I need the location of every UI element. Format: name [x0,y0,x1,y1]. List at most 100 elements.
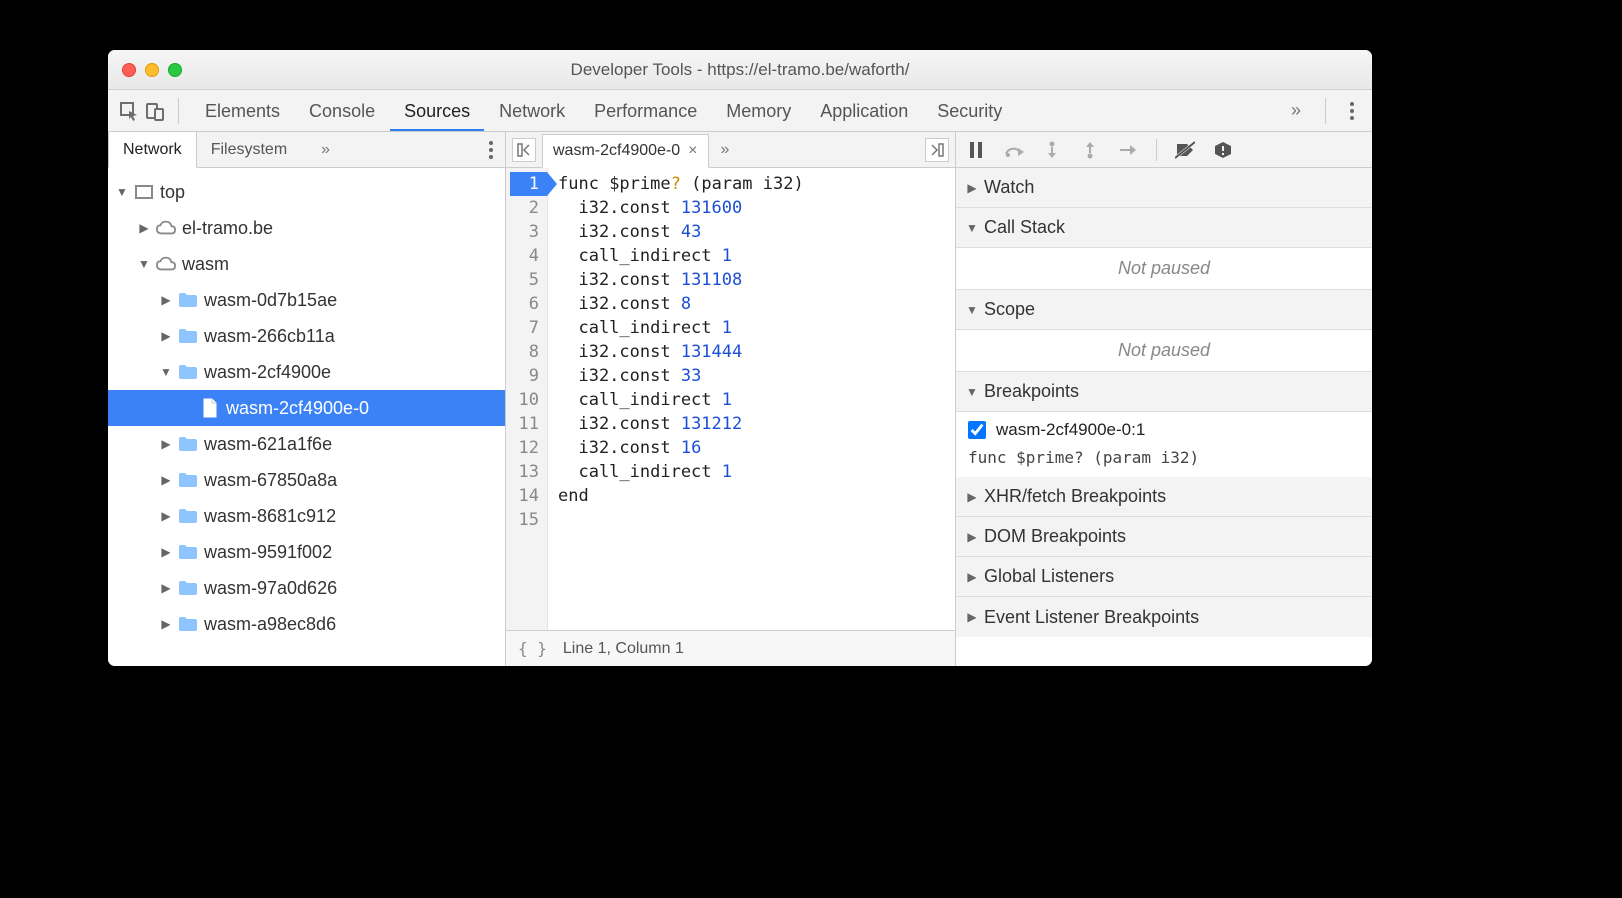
breakpoints-section-header[interactable]: ▼ Breakpoints [956,372,1372,412]
nav-forward-button[interactable] [925,138,949,162]
line-number[interactable]: 6 [510,292,539,316]
panel-tab-security[interactable]: Security [923,91,1016,131]
tree-folder[interactable]: ▶wasm-97a0d626 [108,570,505,606]
pretty-print-button[interactable]: { } [518,639,547,658]
panel-tabs: ElementsConsoleSourcesNetworkPerformance… [191,91,1016,131]
devtools-window: Developer Tools - https://el-tramo.be/wa… [108,50,1372,666]
callstack-section-header[interactable]: ▼ Call Stack [956,208,1372,248]
tree-file-selected[interactable]: wasm-2cf4900e-0 [108,390,505,426]
watch-section-header[interactable]: ▶ Watch [956,168,1372,208]
panel-tab-sources[interactable]: Sources [390,91,484,131]
titlebar: Developer Tools - https://el-tramo.be/wa… [108,50,1372,90]
tree-item-label: el-tramo.be [182,218,273,239]
settings-menu-button[interactable] [1342,102,1362,120]
pause-on-exceptions-button[interactable] [1213,140,1233,160]
tree-wasm[interactable]: ▼wasm [108,246,505,282]
step-over-button[interactable] [1004,140,1024,160]
tree-item-icon [156,219,176,237]
editor-file-tab[interactable]: wasm-2cf4900e-0 × [542,134,709,168]
line-number[interactable]: 5 [510,268,539,292]
chevron-right-icon: ▶ [966,490,978,504]
chevron-down-icon: ▼ [966,303,978,317]
event-section-label: Event Listener Breakpoints [984,607,1199,628]
inspect-element-icon[interactable] [118,100,140,122]
tree-folder[interactable]: ▼wasm-2cf4900e [108,354,505,390]
tree-item-icon [178,471,198,489]
pause-button[interactable] [966,140,986,160]
dom-section-header[interactable]: ▶ DOM Breakpoints [956,517,1372,557]
code-line: i32.const 8 [558,292,804,316]
debugger-panel: ▶ Watch ▼ Call Stack Not paused ▼ Scope … [956,132,1372,666]
disclosure-icon: ▶ [160,437,172,451]
tree-folder[interactable]: ▶wasm-a98ec8d6 [108,606,505,642]
panel-tab-elements[interactable]: Elements [191,91,294,131]
panel-tab-console[interactable]: Console [295,91,389,131]
tree-item-label: wasm-266cb11a [204,326,335,347]
global-section-header[interactable]: ▶ Global Listeners [956,557,1372,597]
panel-tab-memory[interactable]: Memory [712,91,805,131]
event-section-header[interactable]: ▶ Event Listener Breakpoints [956,597,1372,637]
step-out-button[interactable] [1080,140,1100,160]
line-number[interactable]: 8 [510,340,539,364]
breakpoint-checkbox[interactable] [968,421,986,439]
nav-back-button[interactable] [512,138,536,162]
tree-item-label: wasm-9591f002 [204,542,332,563]
breakpoint-item[interactable]: wasm-2cf4900e-0:1 [956,412,1372,448]
tree-folder[interactable]: ▶wasm-67850a8a [108,462,505,498]
line-number[interactable]: 7 [510,316,539,340]
close-tab-icon[interactable]: × [688,142,697,160]
tree-folder[interactable]: ▶wasm-0d7b15ae [108,282,505,318]
tree-folder[interactable]: ▶wasm-9591f002 [108,534,505,570]
navigator-menu-button[interactable] [477,132,505,167]
tree-item-icon [178,615,198,633]
scope-section-header[interactable]: ▼ Scope [956,290,1372,330]
tree-item-icon [156,255,176,273]
navigator-panel: Network Filesystem » ▼top▶el-tramo.be▼wa… [108,132,506,666]
close-window-button[interactable] [122,63,136,77]
line-number[interactable]: 4 [510,244,539,268]
code-line: i32.const 131600 [558,196,804,220]
navigator-tab-network[interactable]: Network [108,132,197,168]
navigator-tabs-overflow[interactable]: » [307,132,344,167]
xhr-section-header[interactable]: ▶ XHR/fetch Breakpoints [956,477,1372,517]
line-number[interactable]: 12 [510,436,539,460]
code-content[interactable]: func $prime? (param i32) i32.const 13160… [548,168,814,630]
line-number[interactable]: 13 [510,460,539,484]
code-line: call_indirect 1 [558,244,804,268]
navigator-tab-filesystem[interactable]: Filesystem [197,132,301,167]
line-number[interactable]: 3 [510,220,539,244]
code-editor[interactable]: 123456789101112131415 func $prime? (para… [506,168,955,630]
maximize-window-button[interactable] [168,63,182,77]
deactivate-breakpoints-button[interactable] [1175,140,1195,160]
panel-tab-performance[interactable]: Performance [580,91,711,131]
line-number[interactable]: 9 [510,364,539,388]
scope-body: Not paused [956,330,1372,372]
device-toolbar-icon[interactable] [144,100,166,122]
global-section-label: Global Listeners [984,566,1114,587]
step-into-button[interactable] [1042,140,1062,160]
panel-tab-application[interactable]: Application [806,91,922,131]
minimize-window-button[interactable] [145,63,159,77]
line-number[interactable]: 14 [510,484,539,508]
window-controls [122,63,182,77]
line-number[interactable]: 11 [510,412,539,436]
tree-frame-top[interactable]: ▼top [108,174,505,210]
panel-tab-network[interactable]: Network [485,91,579,131]
line-number[interactable]: 15 [510,508,539,532]
breakpoint-marker[interactable]: 1 [510,172,547,196]
disclosure-icon: ▶ [160,581,172,595]
breakpoint-label: wasm-2cf4900e-0:1 [996,420,1145,440]
tree-folder[interactable]: ▶wasm-621a1f6e [108,426,505,462]
line-number[interactable]: 2 [510,196,539,220]
line-gutter[interactable]: 123456789101112131415 [506,168,548,630]
source-tree: ▼top▶el-tramo.be▼wasm▶wasm-0d7b15ae▶wasm… [108,168,505,666]
line-number[interactable]: 10 [510,388,539,412]
tabs-overflow-button[interactable]: » [1283,100,1309,121]
chevron-down-icon: ▼ [966,385,978,399]
tree-domain[interactable]: ▶el-tramo.be [108,210,505,246]
editor-tabs-overflow[interactable]: » [715,141,736,159]
step-button[interactable] [1118,140,1138,160]
tree-folder[interactable]: ▶wasm-266cb11a [108,318,505,354]
tree-item-icon [178,291,198,309]
tree-folder[interactable]: ▶wasm-8681c912 [108,498,505,534]
